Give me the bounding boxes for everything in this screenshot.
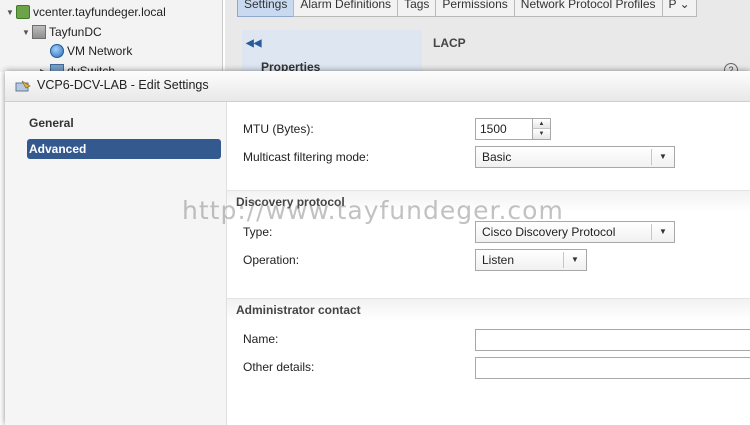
decrement-arrow-icon[interactable]: ▼ <box>532 129 550 139</box>
expand-arrow-icon[interactable]: ▼ <box>22 24 32 42</box>
tab-network-protocol-profiles[interactable]: Network Protocol Profiles <box>513 0 663 17</box>
tab-overflow[interactable]: P ⌄ <box>661 0 697 17</box>
inventory-tree: ▼ vcenter.tayfundeger.local ▼ TayfunDC VM … <box>0 0 223 78</box>
multicast-mode-select[interactable]: Basic ▼ <box>475 146 675 168</box>
mtu-label: MTU (Bytes): <box>243 122 314 136</box>
operation-value: Listen <box>482 253 515 267</box>
tab-settings[interactable]: Settings <box>237 0 295 17</box>
multicast-label: Multicast filtering mode: <box>243 150 370 164</box>
collapse-icon[interactable]: ◀◀ <box>246 38 261 49</box>
tree-item-vm-network[interactable]: VM Network <box>50 41 132 59</box>
dialog-title-bar[interactable]: VCP6-DCV-LAB - Edit Settings <box>5 71 750 102</box>
datacenter-icon <box>32 24 46 39</box>
vcenter-icon <box>16 4 30 19</box>
mtu-input[interactable] <box>480 121 528 137</box>
mtu-stepper[interactable]: ▲ ▼ <box>475 118 551 140</box>
tab-permissions[interactable]: Permissions <box>435 0 515 17</box>
dropdown-arrow-icon[interactable]: ▼ <box>563 252 586 268</box>
other-details-label: Other details: <box>243 360 315 374</box>
nav-item-general[interactable]: General <box>27 113 221 133</box>
watermark: http://www.tayfundeger.com <box>182 196 564 225</box>
more-tabs-icon[interactable]: ⌄ <box>680 0 690 11</box>
multicast-mode-value: Basic <box>482 150 512 164</box>
dropdown-arrow-icon[interactable]: ▼ <box>651 149 674 165</box>
dialog-title: VCP6-DCV-LAB - Edit Settings <box>37 78 209 92</box>
network-icon <box>50 43 64 58</box>
operation-select[interactable]: Listen ▼ <box>475 249 587 271</box>
name-label: Name: <box>243 332 279 346</box>
type-label: Type: <box>243 225 273 239</box>
discovery-type-value: Cisco Discovery Protocol <box>482 225 616 239</box>
settings-nav: General Advanced <box>5 102 227 425</box>
tree-item-datacenter[interactable]: ▼ TayfunDC <box>22 22 102 40</box>
advanced-settings-panel: MTU (Bytes): ▲ ▼ Multicast filtering mod… <box>227 102 750 425</box>
tree-item-vcenter[interactable]: ▼ vcenter.tayfundeger.local <box>6 2 166 20</box>
other-details-field[interactable] <box>475 357 750 379</box>
operation-label: Operation: <box>243 253 300 267</box>
lacp-heading: LACP <box>433 36 466 50</box>
edit-settings-dialog: VCP6-DCV-LAB - Edit Settings General Adv… <box>5 71 750 425</box>
settings-side-panel: ◀◀ Properties <box>242 30 422 74</box>
administrator-contact-heading: Administrator contact <box>236 303 361 317</box>
admin-name-field[interactable] <box>475 329 750 351</box>
tab-tags[interactable]: Tags <box>397 0 437 17</box>
expand-arrow-icon[interactable]: ▼ <box>6 4 16 22</box>
main-panel: Settings Alarm Definitions Tags Permissi… <box>225 0 750 77</box>
administrator-contact-section: Administrator contact <box>227 298 750 321</box>
tab-bar: Settings Alarm Definitions Tags Permissi… <box>237 0 697 17</box>
increment-arrow-icon[interactable]: ▲ <box>532 119 550 129</box>
nav-item-advanced[interactable]: Advanced <box>27 139 221 159</box>
dropdown-arrow-icon[interactable]: ▼ <box>651 224 674 240</box>
tab-alarm-definitions[interactable]: Alarm Definitions <box>293 0 399 17</box>
dvswitch-edit-icon <box>15 80 31 92</box>
